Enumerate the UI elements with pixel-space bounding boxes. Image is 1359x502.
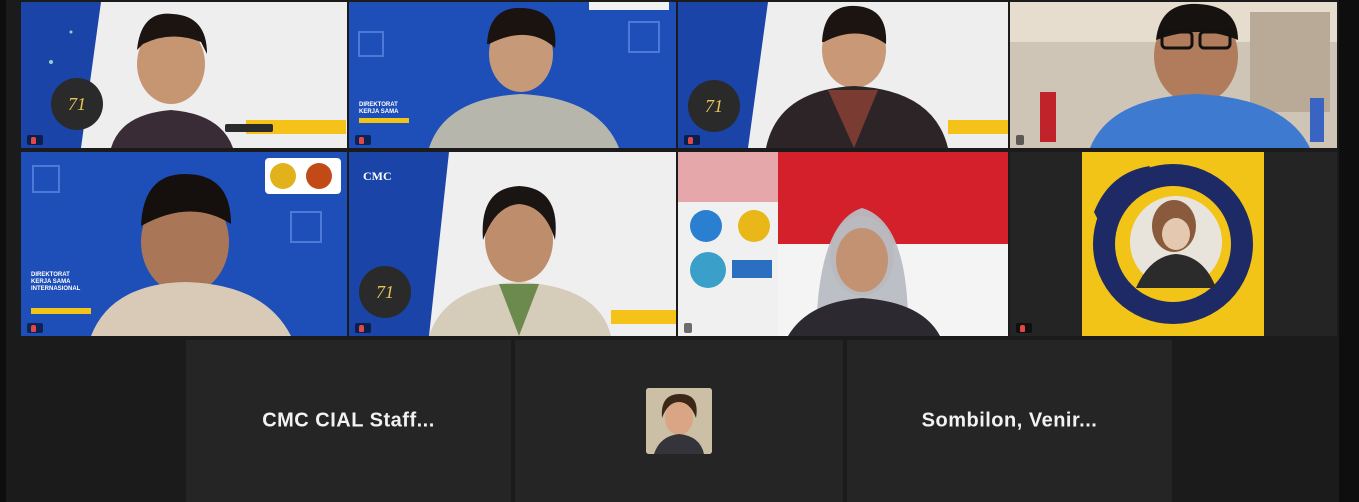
- svg-text:CMC: CMC: [363, 169, 392, 183]
- video-tile-participant-1[interactable]: 71: [21, 2, 347, 148]
- participant-display-name: Sombilon, Venir...: [921, 409, 1098, 432]
- audio-tile-participant-avatar[interactable]: [515, 340, 843, 502]
- svg-text:KERJA SAMA: KERJA SAMA: [31, 279, 71, 285]
- muted-mic-icon: [1020, 324, 1025, 332]
- svg-text:DIREKTORAT: DIREKTORAT: [31, 272, 70, 278]
- participant-name-tag: [684, 323, 692, 333]
- muted-mic-icon: [359, 324, 364, 332]
- meeting-gallery-view: 71 DIREKTORAT KERJA SAMA 71 DIREKTORAT K…: [0, 0, 1359, 502]
- svg-text:71: 71: [705, 96, 723, 116]
- avatar-photo: [646, 388, 712, 454]
- video-tile-participant-5[interactable]: DIREKTORAT KERJA SAMA INTERNASIONAL: [21, 152, 347, 336]
- participant-video-feed: CMC 71: [349, 152, 676, 336]
- participant-display-name: CMC CIAL Staff...: [262, 409, 435, 432]
- participant-name-tag: [27, 323, 43, 333]
- participant-video-feed: DIREKTORAT KERJA SAMA: [349, 2, 676, 148]
- participant-name-tag: [684, 135, 700, 145]
- muted-mic-icon: [688, 136, 693, 144]
- participant-name-tag: [1016, 135, 1024, 145]
- participant-video-feed: 71: [678, 2, 1008, 148]
- participant-video-feed: 71: [21, 2, 347, 148]
- svg-text:DIREKTORAT: DIREKTORAT: [359, 102, 398, 108]
- participant-name-tag: [1016, 323, 1032, 333]
- participant-video-feed: [678, 152, 1008, 336]
- window-edge-right: [1339, 0, 1359, 502]
- participant-avatar: [646, 388, 712, 454]
- window-edge-left: [0, 0, 6, 502]
- svg-text:71: 71: [68, 94, 86, 114]
- video-tile-participant-8[interactable]: [1010, 152, 1337, 336]
- muted-mic-icon: [359, 136, 364, 144]
- video-tile-participant-4[interactable]: [1010, 2, 1337, 148]
- muted-mic-icon: [31, 324, 36, 332]
- audio-tile-participant-cmc-cial[interactable]: CMC CIAL Staff...: [186, 340, 511, 502]
- participant-name-tag: [27, 135, 43, 145]
- video-tile-participant-6[interactable]: CMC 71: [349, 152, 676, 336]
- video-tile-participant-2[interactable]: DIREKTORAT KERJA SAMA: [349, 2, 676, 148]
- audio-tile-participant-sombilon[interactable]: Sombilon, Venir...: [847, 340, 1172, 502]
- video-tile-participant-7-active-speaker[interactable]: [678, 152, 1008, 336]
- participant-video-feed: [1010, 2, 1337, 148]
- participant-name-tag: [355, 135, 371, 145]
- participant-profile-image: [1010, 152, 1337, 336]
- muted-mic-icon: [31, 136, 36, 144]
- participant-video-feed: DIREKTORAT KERJA SAMA INTERNASIONAL: [21, 152, 347, 336]
- participant-name-tag: [355, 323, 371, 333]
- video-tile-participant-3[interactable]: 71: [678, 2, 1008, 148]
- svg-text:KERJA SAMA: KERJA SAMA: [359, 109, 399, 115]
- svg-text:INTERNASIONAL: INTERNASIONAL: [31, 286, 81, 292]
- svg-text:71: 71: [376, 282, 394, 302]
